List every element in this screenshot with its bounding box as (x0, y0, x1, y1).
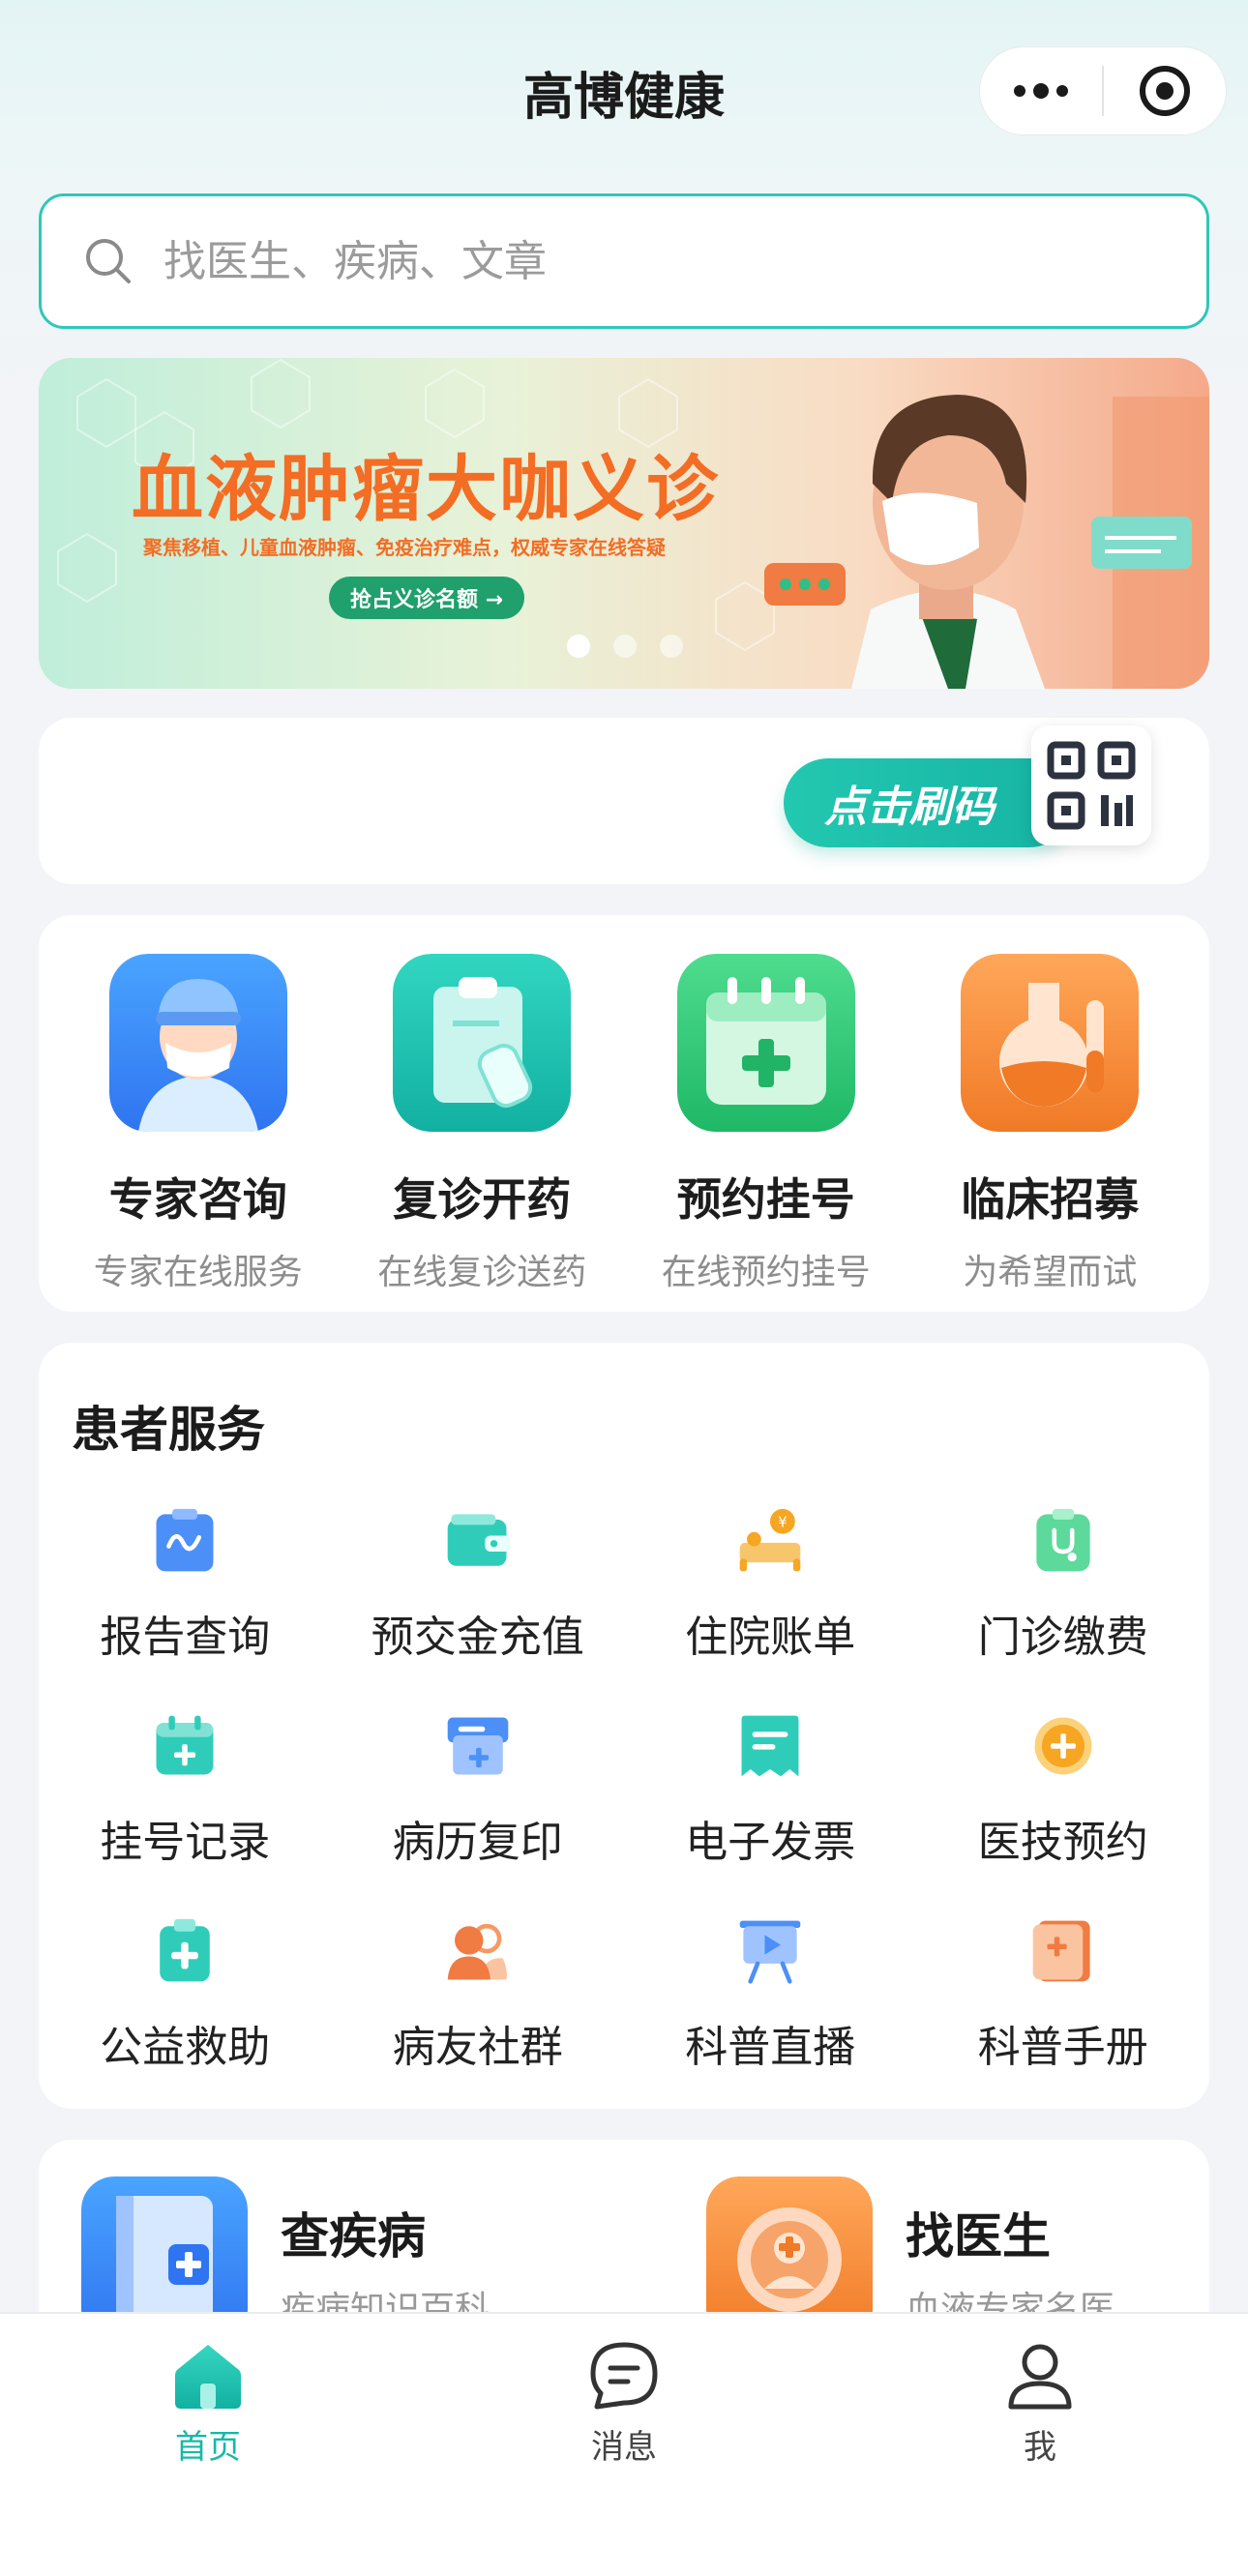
service-deposit-recharge[interactable]: 预交金充值 (332, 1507, 625, 1664)
service-label: 医技预约 (977, 1818, 1148, 1867)
tab-bar: 首页 消息 我 (0, 2312, 1248, 2576)
doctor-search-icon (706, 2176, 873, 2333)
service-registration-record[interactable]: 挂号记录 (39, 1712, 332, 1869)
banner-subtitle: 聚焦移植、儿童血液肿瘤、免疫治疗难点，权威专家在线答疑 (143, 536, 666, 559)
service-title: 临床招募 (961, 1173, 1140, 1226)
mini-program-capsule (979, 46, 1227, 135)
community-icon (447, 1923, 507, 1980)
tab-messages[interactable]: 消息 (416, 2314, 832, 2576)
quick-link-title: 查疾病 (281, 2208, 426, 2265)
service-label: 报告查询 (100, 1613, 271, 1662)
service-title: 预约挂号 (676, 1173, 855, 1226)
search-input[interactable] (163, 236, 1034, 286)
prescription-icon (393, 954, 572, 1132)
more-button[interactable] (980, 47, 1102, 134)
handbook-icon (1032, 1920, 1090, 1982)
service-grid: 报告查询 预交金充值 ¥ 住院账单 门诊缴费 挂号记录 病历复印 电子发票 医技… (39, 1507, 1209, 2074)
quick-link-doctor[interactable]: 找医生 血液专家名医 (706, 2176, 1114, 2333)
service-e-invoice[interactable]: 电子发票 (624, 1712, 917, 1869)
service-label: 挂号记录 (100, 1818, 271, 1867)
live-broadcast-icon (739, 1920, 801, 1984)
tab-label: 消息 (591, 2428, 657, 2467)
wallet-icon (447, 1514, 510, 1566)
section-title: 患者服务 (72, 1402, 265, 1458)
target-icon (1140, 66, 1190, 116)
service-subtitle: 为希望而试 (963, 1253, 1138, 1292)
service-inpatient-bill[interactable]: ¥ 住院账单 (624, 1507, 917, 1664)
printer-icon (447, 1717, 509, 1775)
service-title: 复诊开药 (393, 1173, 572, 1226)
medical-kit-icon (160, 1918, 211, 1982)
service-appointment[interactable]: 预约挂号 在线预约挂号 (624, 954, 908, 1312)
service-tech-appointment[interactable]: 医技预约 (917, 1712, 1210, 1869)
service-subtitle: 专家在线服务 (93, 1253, 303, 1292)
service-clinical-trial[interactable]: 临床招募 为希望而试 (908, 954, 1193, 1312)
patient-services: 患者服务 报告查询 预交金充值 ¥ 住院账单 门诊缴费 挂号记录 病历复印 电子… (39, 1343, 1209, 2109)
service-charity-aid[interactable]: 公益救助 (39, 1917, 332, 2074)
main-services: 专家咨询 专家在线服务 复诊开药 在线复诊送药 预约挂号 在线预约挂号 临床招募… (39, 915, 1209, 1312)
report-icon (156, 1508, 214, 1572)
service-report-query[interactable]: 报告查询 (39, 1507, 332, 1664)
service-label: 病历复印 (392, 1818, 563, 1867)
service-follow-up-prescription[interactable]: 复诊开药 在线复诊送药 (341, 954, 625, 1312)
hospital-bed-icon: ¥ (739, 1508, 801, 1572)
close-miniprogram-button[interactable] (1104, 47, 1226, 134)
flask-icon (961, 954, 1140, 1132)
service-subtitle: 在线预约挂号 (661, 1253, 871, 1292)
carousel-dot[interactable] (660, 635, 683, 658)
doctor-illustration (764, 395, 1209, 689)
svg-text:¥: ¥ (778, 1514, 787, 1530)
service-expert-consult[interactable]: 专家咨询 专家在线服务 (56, 954, 341, 1312)
tab-label: 我 (1024, 2428, 1056, 2467)
service-label: 病友社群 (392, 2023, 563, 2072)
service-label: 科普手册 (977, 2023, 1148, 2072)
banner-cta-button[interactable]: 抢占义诊名额 → (329, 577, 525, 619)
service-medical-record-copy[interactable]: 病历复印 (332, 1712, 625, 1869)
doctor-icon (108, 954, 287, 1132)
carousel-indicator (567, 635, 683, 658)
book-plus-icon (81, 2176, 248, 2333)
quick-link-title: 找医生 (906, 2208, 1051, 2265)
invoice-icon (741, 1715, 799, 1777)
service-label: 预交金充值 (371, 1613, 584, 1662)
health-code-card: 点击刷码 (39, 718, 1209, 884)
calendar-icon (156, 1715, 214, 1775)
carousel-dot[interactable] (613, 635, 637, 658)
carousel-dot[interactable] (567, 635, 590, 658)
quick-link-disease[interactable]: 查疾病 疾病知识百科 (81, 2176, 490, 2333)
service-subtitle: 在线复诊送药 (377, 1253, 587, 1292)
scan-code-button[interactable]: 点击刷码 (784, 758, 1074, 847)
service-title: 专家咨询 (108, 1173, 287, 1226)
service-label: 科普直播 (685, 2023, 856, 2072)
profile-icon (1008, 2344, 1072, 2410)
quick-links: 查疾病 疾病知识百科 找医生 血液专家名医 (39, 2140, 1209, 2333)
appointment-icon (1034, 1717, 1092, 1775)
service-label: 住院账单 (685, 1613, 856, 1662)
service-label: 电子发票 (685, 1818, 856, 1867)
qr-code-icon[interactable] (1031, 725, 1151, 845)
clipboard-stethoscope-icon (1036, 1508, 1090, 1572)
home-icon (175, 2345, 241, 2409)
service-label: 公益救助 (100, 2023, 271, 2072)
message-icon (590, 2342, 658, 2410)
service-outpatient-payment[interactable]: 门诊缴费 (917, 1507, 1210, 1664)
service-patient-community[interactable]: 病友社群 (332, 1917, 625, 2074)
service-live-education[interactable]: 科普直播 (624, 1917, 917, 2074)
tab-home[interactable]: 首页 (0, 2314, 416, 2576)
search-icon (86, 239, 131, 283)
calendar-plus-icon (676, 954, 855, 1132)
promo-banner[interactable]: 血液肿瘤大咖义诊 聚焦移植、儿童血液肿瘤、免疫治疗难点，权威专家在线答疑 抢占义… (39, 358, 1209, 689)
more-icon (1014, 83, 1068, 99)
tab-label: 首页 (175, 2428, 241, 2467)
service-education-handbook[interactable]: 科普手册 (917, 1917, 1210, 2074)
search-bar[interactable] (39, 193, 1209, 329)
nav-bar: 高博健康 (0, 0, 1248, 174)
tab-profile[interactable]: 我 (832, 2314, 1248, 2576)
service-label: 门诊缴费 (977, 1613, 1148, 1662)
